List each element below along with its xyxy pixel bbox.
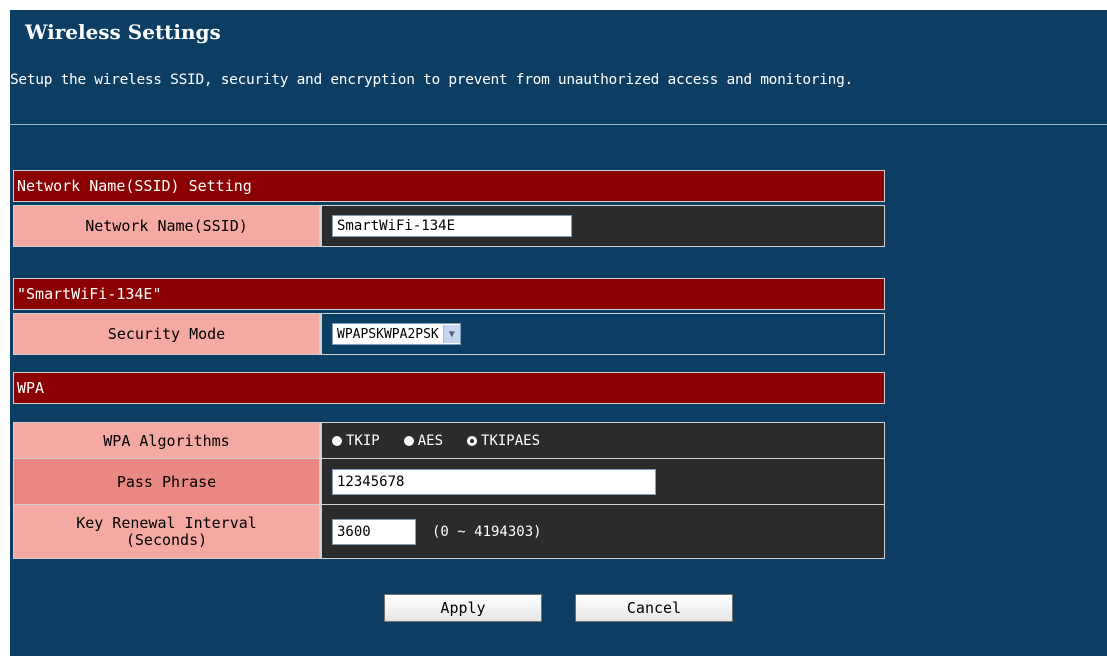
ssid-row: Network Name(SSID) SmartWiFi-134E — [13, 205, 885, 247]
security-mode-row: Security Mode WPAPSKWPA2PSK ▼ — [13, 313, 885, 355]
radio-label-tkipaes: TKIPAES — [481, 433, 541, 449]
security-mode-label: Security Mode — [14, 314, 319, 354]
cancel-button[interactable]: Cancel — [575, 594, 733, 622]
chevron-down-icon[interactable]: ▼ — [442, 325, 460, 343]
radio-icon[interactable] — [403, 436, 414, 446]
radio-option-tkip[interactable]: TKIP — [332, 433, 380, 449]
radio-label-tkip: TKIP — [346, 433, 380, 449]
key-renewal-input[interactable]: 3600 — [332, 518, 416, 545]
apply-button[interactable]: Apply — [384, 594, 542, 622]
wpa-algorithms-radio-group: TKIP AES TKIPAES — [332, 433, 540, 449]
radio-icon[interactable] — [332, 436, 342, 446]
security-section-header: "SmartWiFi-134E" — [13, 278, 885, 310]
divider — [10, 124, 1107, 125]
page-title: Wireless Settings — [25, 20, 221, 44]
radio-option-tkipaes[interactable]: TKIPAES — [467, 433, 540, 449]
security-mode-select[interactable]: WPAPSKWPA2PSK ▼ — [332, 323, 461, 345]
wpa-algorithms-value-cell: TKIP AES TKIPAES — [322, 423, 884, 459]
key-renewal-value-cell: 3600 (0 ~ 4194303) — [322, 505, 884, 558]
wpa-section-header: WPA — [13, 372, 885, 404]
wpa-algorithms-label: WPA Algorithms — [14, 423, 319, 459]
ssid-input[interactable]: SmartWiFi-134E — [332, 215, 572, 237]
passphrase-label: Pass Phrase — [14, 459, 319, 505]
key-renewal-label-line2: (Seconds) — [125, 530, 208, 549]
passphrase-value-cell: 12345678 — [322, 459, 884, 505]
passphrase-row: Pass Phrase 12345678 — [13, 458, 885, 506]
ssid-label: Network Name(SSID) — [14, 206, 319, 246]
wireless-settings-page: Wireless Settings Setup the wireless SSI… — [10, 10, 1107, 656]
ssid-section-header: Network Name(SSID) Setting — [13, 170, 885, 202]
radio-label-aes: AES — [417, 433, 444, 449]
radio-option-aes[interactable]: AES — [403, 433, 444, 449]
passphrase-input[interactable]: 12345678 — [332, 469, 656, 495]
radio-icon[interactable] — [467, 436, 478, 446]
key-renewal-range-hint: (0 ~ 4194303) — [432, 523, 542, 540]
page-description: Setup the wireless SSID, security and en… — [10, 72, 853, 88]
security-mode-value-cell: WPAPSKWPA2PSK ▼ — [322, 314, 884, 354]
key-renewal-row: Key Renewal Interval (Seconds) 3600 (0 ~… — [13, 504, 885, 559]
key-renewal-label-line1: Key Renewal Interval — [76, 513, 257, 532]
security-mode-selected: WPAPSKWPA2PSK — [337, 326, 439, 342]
ssid-value-cell: SmartWiFi-134E — [322, 206, 884, 246]
wpa-algorithms-row: WPA Algorithms TKIP AES TKIPAES — [13, 422, 885, 460]
key-renewal-label: Key Renewal Interval (Seconds) — [14, 505, 319, 558]
